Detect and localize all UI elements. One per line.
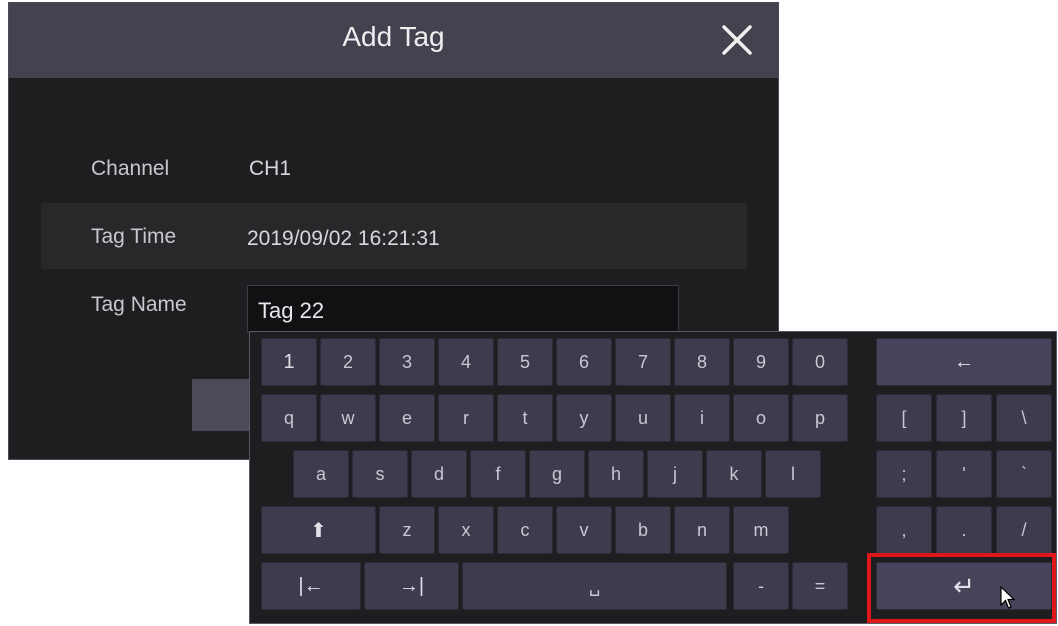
tag-time-label: Tag Time xyxy=(91,225,177,248)
key-comma[interactable]: , xyxy=(876,506,932,554)
key-g[interactable]: g xyxy=(529,450,585,498)
enter-key[interactable]: ↵ xyxy=(876,562,1052,610)
key-q[interactable]: q xyxy=(261,394,317,442)
key-quote[interactable]: ' xyxy=(936,450,992,498)
close-icon[interactable] xyxy=(720,23,754,57)
key-e[interactable]: e xyxy=(379,394,435,442)
key-f[interactable]: f xyxy=(470,450,526,498)
key-c[interactable]: c xyxy=(497,506,553,554)
key-r[interactable]: r xyxy=(438,394,494,442)
tag-name-input[interactable]: Tag 22 xyxy=(247,285,679,333)
key-backtick[interactable]: ` xyxy=(996,450,1052,498)
dialog-title: Add Tag xyxy=(342,21,445,52)
key-v[interactable]: v xyxy=(556,506,612,554)
channel-value: CH1 xyxy=(249,157,292,180)
key-3[interactable]: 3 xyxy=(379,338,435,386)
shift-key[interactable]: ⬆ xyxy=(261,506,376,554)
key-left-bracket[interactable]: [ xyxy=(876,394,932,442)
virtual-keyboard: 1 2 3 4 5 6 7 8 9 0 ← q w e r t y u i o … xyxy=(249,331,1057,624)
key-backslash[interactable]: \ xyxy=(996,394,1052,442)
dialog-titlebar: Add Tag xyxy=(9,3,778,78)
key-m[interactable]: m xyxy=(733,506,789,554)
key-p[interactable]: p xyxy=(792,394,848,442)
tag-time-value: 2019/09/02 16:21:31 xyxy=(247,227,440,250)
mouse-pointer-icon xyxy=(1000,586,1016,609)
key-l[interactable]: l xyxy=(765,450,821,498)
key-9[interactable]: 9 xyxy=(733,338,789,386)
key-x[interactable]: x xyxy=(438,506,494,554)
tab-right-key[interactable]: →| xyxy=(364,562,459,610)
key-s[interactable]: s xyxy=(352,450,408,498)
key-slash[interactable]: / xyxy=(996,506,1052,554)
key-j[interactable]: j xyxy=(647,450,703,498)
tab-left-key[interactable]: |← xyxy=(261,562,361,610)
key-4[interactable]: 4 xyxy=(438,338,494,386)
key-z[interactable]: z xyxy=(379,506,435,554)
key-b[interactable]: b xyxy=(615,506,671,554)
key-o[interactable]: o xyxy=(733,394,789,442)
key-minus[interactable]: - xyxy=(733,562,789,610)
key-y[interactable]: y xyxy=(556,394,612,442)
key-7[interactable]: 7 xyxy=(615,338,671,386)
key-t[interactable]: t xyxy=(497,394,553,442)
key-0[interactable]: 0 xyxy=(792,338,848,386)
key-6[interactable]: 6 xyxy=(556,338,612,386)
key-u[interactable]: u xyxy=(615,394,671,442)
key-d[interactable]: d xyxy=(411,450,467,498)
channel-label: Channel xyxy=(91,157,170,180)
key-1[interactable]: 1 xyxy=(261,338,317,386)
key-2[interactable]: 2 xyxy=(320,338,376,386)
key-8[interactable]: 8 xyxy=(674,338,730,386)
key-5[interactable]: 5 xyxy=(497,338,553,386)
key-equals[interactable]: = xyxy=(792,562,848,610)
backspace-key[interactable]: ← xyxy=(876,338,1052,386)
tag-name-label: Tag Name xyxy=(91,293,187,316)
key-n[interactable]: n xyxy=(674,506,730,554)
key-period[interactable]: . xyxy=(936,506,992,554)
key-k[interactable]: k xyxy=(706,450,762,498)
key-w[interactable]: w xyxy=(320,394,376,442)
key-a[interactable]: a xyxy=(293,450,349,498)
space-key[interactable]: ␣ xyxy=(462,562,727,610)
key-right-bracket[interactable]: ] xyxy=(936,394,992,442)
key-h[interactable]: h xyxy=(588,450,644,498)
key-semicolon[interactable]: ; xyxy=(876,450,932,498)
key-i[interactable]: i xyxy=(674,394,730,442)
